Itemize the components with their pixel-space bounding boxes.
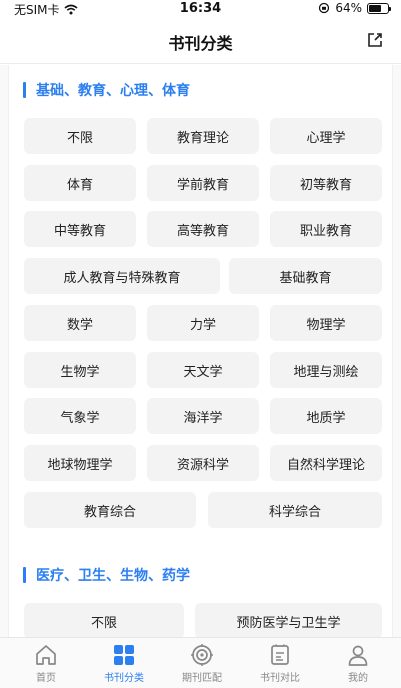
page-title: 书刊分类: [168, 34, 233, 53]
tab-compare[interactable]: 书刊对比: [240, 643, 320, 684]
category-chip[interactable]: 教育综合: [24, 492, 196, 528]
category-chip[interactable]: 资源科学: [147, 445, 259, 481]
category-chip[interactable]: 不限: [24, 118, 136, 154]
category-chip[interactable]: 气象学: [24, 398, 136, 434]
compare-icon: [271, 644, 289, 665]
category-chip[interactable]: 天文学: [147, 352, 259, 388]
tab-categories[interactable]: 书刊分类: [84, 643, 164, 684]
category-chip[interactable]: 物理学: [270, 305, 382, 341]
category-chip[interactable]: 生物学: [24, 352, 136, 388]
status-bar: 无SIM卡 16:34 64%: [0, 0, 401, 18]
category-chip[interactable]: 数学: [24, 305, 136, 341]
tab-bar: 首页 书刊分类 期刊匹配 书刊对比 我的: [0, 637, 401, 688]
user-icon: [348, 645, 368, 666]
category-chip[interactable]: 海洋学: [147, 398, 259, 434]
section-title-text: 基础、教育、心理、体育: [36, 83, 190, 99]
tab-label: 书刊对比: [260, 673, 300, 684]
grid-icon: [114, 645, 134, 665]
category-chip[interactable]: 不限: [24, 603, 184, 637]
section-title: 医疗、卫生、生物、药学: [23, 565, 190, 585]
tab-mine[interactable]: 我的: [318, 643, 398, 684]
category-panel: 基础、教育、心理、体育 不限 教育理论 心理学 体育 学前教育 初等教育 中等教…: [8, 65, 393, 637]
tab-label: 首页: [36, 673, 56, 684]
category-chip[interactable]: 成人教育与特殊教育: [24, 258, 220, 294]
category-chip[interactable]: 基础教育: [229, 258, 382, 294]
tab-label: 期刊匹配: [182, 673, 222, 684]
tab-label: 书刊分类: [104, 673, 144, 684]
tab-label: 我的: [348, 673, 368, 684]
target-icon: [191, 644, 213, 666]
battery-fill: [369, 4, 381, 12]
home-icon: [36, 645, 56, 665]
category-chip[interactable]: 体育: [24, 165, 136, 201]
category-chip[interactable]: 预防医学与卫生学: [195, 603, 382, 637]
share-icon[interactable]: [365, 30, 385, 50]
category-chip[interactable]: 心理学: [270, 118, 382, 154]
section-marker: [23, 567, 26, 583]
category-chip[interactable]: 地质学: [270, 398, 382, 434]
tab-home[interactable]: 首页: [6, 643, 86, 684]
orientation-lock-icon: [319, 2, 330, 14]
category-chip[interactable]: 学前教育: [147, 165, 259, 201]
section-title-text: 医疗、卫生、生物、药学: [36, 568, 190, 584]
category-chip[interactable]: 力学: [147, 305, 259, 341]
category-chip[interactable]: 教育理论: [147, 118, 259, 154]
battery-icon: [367, 2, 391, 14]
battery-percent: 64%: [335, 1, 362, 15]
tab-match[interactable]: 期刊匹配: [162, 643, 242, 684]
category-chip[interactable]: 初等教育: [270, 165, 382, 201]
status-right: 64%: [318, 1, 391, 15]
category-chip[interactable]: 中等教育: [24, 211, 136, 247]
nav-bar: 书刊分类: [0, 18, 401, 64]
category-chip[interactable]: 科学综合: [208, 492, 382, 528]
category-chip[interactable]: 地球物理学: [24, 445, 136, 481]
category-list[interactable]: 基础、教育、心理、体育 不限 教育理论 心理学 体育 学前教育 初等教育 中等教…: [0, 65, 401, 637]
section-title: 基础、教育、心理、体育: [23, 80, 190, 100]
category-chip[interactable]: 自然科学理论: [270, 445, 382, 481]
section-marker: [23, 82, 26, 98]
category-chip[interactable]: 高等教育: [147, 211, 259, 247]
category-chip[interactable]: 地理与测绘: [270, 352, 382, 388]
category-chip[interactable]: 职业教育: [270, 211, 382, 247]
